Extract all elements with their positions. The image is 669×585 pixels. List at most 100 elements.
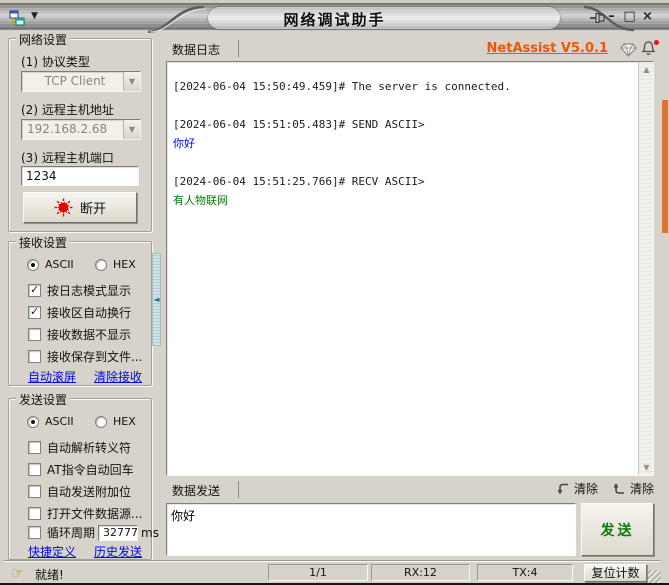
log-entry: [2024-06-04 15:50:49.459]# The server is… (173, 77, 645, 96)
receive-settings-group: 接收设置 ASCII HEX 按日志模式显示 接收区自动换行 接收数据不显示 接… (8, 234, 152, 386)
send-hex-radio[interactable] (95, 415, 107, 428)
save-to-file-checkbox[interactable] (28, 350, 41, 363)
minimize-button[interactable]: – (604, 8, 619, 26)
send-ascii-radio[interactable] (27, 415, 39, 428)
collapse-arrow-icon: ◄ (153, 295, 160, 304)
log-recv-payload: 有人物联网 (173, 194, 228, 207)
auto-escape-checkbox[interactable] (28, 441, 41, 454)
status-tx-counter: TX:4 (477, 564, 573, 581)
receive-settings-title: 接收设置 (16, 234, 71, 251)
recv-hex-label: HEX (113, 258, 136, 271)
log-entry: [2024-06-04 15:51:25.766]# RECV ASCII> 有… (173, 172, 645, 210)
auto-wrap-checkbox[interactable] (28, 305, 41, 319)
hide-recv-label: 接收数据不显示 (47, 328, 132, 342)
clear-buttons: 清除 清除 (556, 480, 654, 497)
log-tab-bar: 数据日志 NetAssist V5.0.1 (166, 38, 659, 61)
protocol-type-select[interactable]: TCP Client ▼ (21, 71, 141, 92)
clear-send-label: 清除 (629, 482, 654, 496)
tab-data-log[interactable]: 数据日志 (172, 41, 220, 58)
notification-bell-icon[interactable] (640, 40, 659, 58)
send-tab-bar: 数据发送 清除 清除 (166, 479, 654, 501)
connection-status-light-icon (54, 198, 73, 217)
disconnect-button-label: 断开 (79, 202, 106, 217)
send-hex-label: HEX (113, 415, 136, 428)
at-enter-checkbox[interactable] (28, 463, 41, 476)
remote-port-label: (3) 远程主机端口 (21, 151, 114, 165)
quick-define-link[interactable]: 快捷定义 (28, 543, 76, 560)
netassist-window: ▼ 网络调试助手 – □ × 网络设置 (1) 协议类型 TCP Client … (0, 0, 669, 585)
scroll-up-icon[interactable]: ▲ (639, 62, 654, 77)
auto-escape-label: 自动解析转义符 (47, 441, 132, 455)
recv-hex-radio[interactable] (95, 258, 107, 271)
send-settings-group: 发送设置 ASCII HEX 自动解析转义符 AT指令自动回车 自动发送附加位 … (8, 391, 159, 560)
clear-receive-label: 清除 (573, 482, 598, 496)
auto-wrap-label: 接收区自动换行 (47, 306, 132, 320)
send-ascii-label: ASCII (45, 415, 74, 428)
arrow-curve-up-icon (613, 483, 624, 494)
data-log-area[interactable]: [2024-06-04 15:50:49.459]# The server is… (166, 61, 654, 476)
maximize-button[interactable]: □ (622, 8, 637, 26)
disconnect-button[interactable]: 断开 (23, 192, 137, 223)
title-bar[interactable]: ▼ 网络调试助手 – □ × (0, 0, 669, 33)
tab-separator (238, 481, 239, 498)
log-entry: [2024-06-04 15:51:05.483]# SEND ASCII> 你… (173, 115, 645, 153)
close-button[interactable]: × (640, 8, 655, 26)
loop-period-input[interactable] (98, 524, 139, 541)
netassist-version-link[interactable]: NetAssist V5.0.1 (487, 41, 608, 56)
gem-icon[interactable] (620, 41, 637, 58)
frame-scroll-indicator (662, 100, 668, 233)
clear-send-button[interactable]: 清除 (612, 480, 654, 497)
remote-host-label: (2) 远程主机地址 (21, 103, 114, 117)
tab-data-send[interactable]: 数据发送 (172, 482, 220, 499)
ready-hand-icon: ☞ (11, 564, 25, 582)
window-title: 网络调试助手 (283, 11, 386, 29)
file-source-label: 打开文件数据源... (47, 507, 143, 521)
panel-collapse-splitter[interactable]: ◄ (152, 253, 161, 346)
arrow-curve-down-icon (557, 483, 568, 495)
scroll-down-icon[interactable]: ▼ (639, 460, 654, 475)
recv-ascii-label: ASCII (45, 258, 74, 271)
notification-dot (654, 40, 659, 45)
recv-ascii-radio[interactable] (27, 258, 39, 271)
at-enter-label: AT指令自动回车 (47, 463, 134, 477)
resize-grip[interactable] (648, 570, 661, 583)
reset-count-button[interactable]: 复位计数 (584, 564, 647, 582)
log-mode-label: 按日志模式显示 (47, 284, 132, 298)
window-controls: – □ × (604, 8, 655, 26)
auto-append-label: 自动发送附加位 (47, 485, 132, 499)
log-scrollbar[interactable]: ▲ ▼ (638, 62, 653, 475)
protocol-type-value: TCP Client (44, 74, 106, 88)
log-timestamp-line: [2024-06-04 15:50:49.459]# The server is… (173, 80, 511, 93)
remote-host-select[interactable]: 192.168.2.68 ▼ (21, 119, 141, 140)
history-send-link[interactable]: 历史发送 (94, 543, 142, 560)
status-page-counter: 1/1 (268, 564, 368, 581)
file-source-checkbox[interactable] (28, 507, 41, 520)
auto-append-checkbox[interactable] (28, 485, 41, 498)
status-bar: ☞ 就绪! 1/1 RX:12 TX:4 复位计数 (3, 561, 661, 583)
network-settings-group: 网络设置 (1) 协议类型 TCP Client ▼ (2) 远程主机地址 19… (8, 31, 152, 232)
protocol-type-label: (1) 协议类型 (21, 55, 90, 69)
tab-separator (238, 40, 239, 57)
remote-port-input[interactable] (21, 166, 139, 186)
log-send-payload: 你好 (173, 137, 195, 150)
clear-receive-link[interactable]: 清除接收 (94, 368, 142, 385)
hide-recv-checkbox[interactable] (28, 328, 41, 341)
auto-scroll-link[interactable]: 自动滚屏 (28, 368, 76, 385)
send-data-input[interactable]: 你好 (166, 503, 576, 556)
status-ready-text: 就绪! (35, 568, 64, 582)
status-rx-counter: RX:12 (371, 564, 470, 581)
clear-receive-button[interactable]: 清除 (556, 480, 598, 497)
save-to-file-label: 接收保存到文件... (47, 350, 143, 364)
send-button[interactable]: 发送 (581, 503, 654, 556)
loop-period-unit: ms (141, 525, 159, 540)
dropdown-arrow-icon[interactable]: ▼ (123, 72, 140, 91)
network-settings-title: 网络设置 (16, 31, 71, 48)
log-mode-checkbox[interactable] (28, 283, 41, 297)
dropdown-arrow-icon[interactable]: ▼ (123, 120, 140, 139)
remote-host-value: 192.168.2.68 (27, 122, 108, 136)
loop-period-checkbox[interactable] (28, 526, 41, 539)
loop-period-label: 循环周期 (47, 526, 96, 540)
send-settings-title: 发送设置 (16, 391, 71, 408)
log-timestamp-line: [2024-06-04 15:51:05.483]# SEND ASCII> (173, 118, 425, 131)
log-timestamp-line: [2024-06-04 15:51:25.766]# RECV ASCII> (173, 175, 425, 188)
